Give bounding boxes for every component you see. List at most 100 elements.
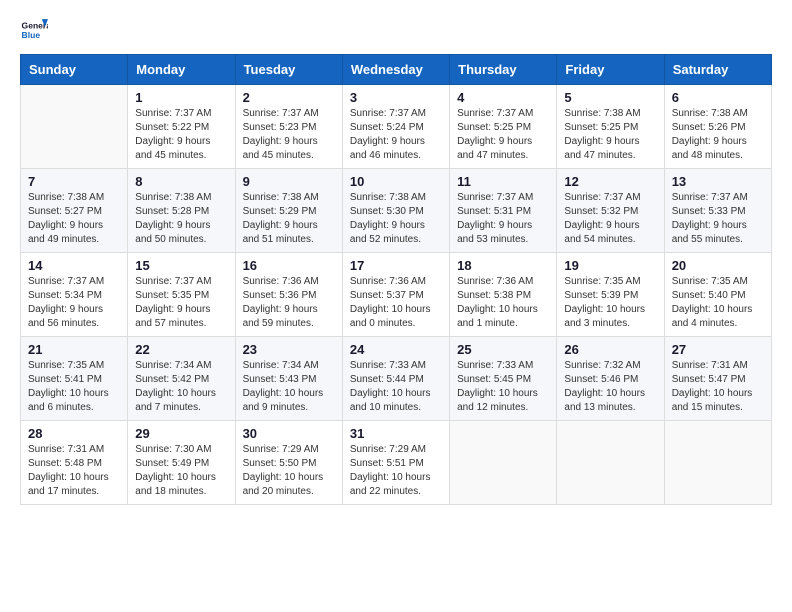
day-info: Sunrise: 7:32 AMSunset: 5:46 PMDaylight:… [564,359,656,415]
logo-icon: General Blue [20,16,48,44]
day-info: Sunrise: 7:37 AMSunset: 5:25 PMDaylight:… [457,107,549,163]
calendar-week-row: 7Sunrise: 7:38 AMSunset: 5:27 PMDaylight… [21,169,772,253]
day-number: 9 [243,174,335,189]
day-number: 11 [457,174,549,189]
day-info: Sunrise: 7:30 AMSunset: 5:49 PMDaylight:… [135,443,227,499]
day-number: 10 [350,174,442,189]
calendar-cell: 15 Sunrise: 7:37 AMSunset: 5:35 PMDayligh… [128,253,235,337]
calendar-cell [557,421,664,505]
calendar-cell: 9 Sunrise: 7:38 AMSunset: 5:29 PMDaylight… [235,169,342,253]
calendar-cell [450,421,557,505]
day-number: 5 [564,90,656,105]
col-tuesday: Tuesday [235,55,342,85]
calendar-header-row: Sunday Monday Tuesday Wednesday Thursday… [21,55,772,85]
day-info: Sunrise: 7:37 AMSunset: 5:22 PMDaylight:… [135,107,227,163]
day-info: Sunrise: 7:38 AMSunset: 5:30 PMDaylight:… [350,191,442,247]
day-info: Sunrise: 7:29 AMSunset: 5:50 PMDaylight:… [243,443,335,499]
calendar-cell: 20 Sunrise: 7:35 AMSunset: 5:40 PMDayligh… [664,253,771,337]
col-saturday: Saturday [664,55,771,85]
calendar-cell: 13 Sunrise: 7:37 AMSunset: 5:33 PMDayligh… [664,169,771,253]
day-number: 28 [28,426,120,441]
col-thursday: Thursday [450,55,557,85]
day-info: Sunrise: 7:36 AMSunset: 5:36 PMDaylight:… [243,275,335,331]
calendar-cell: 7Sunrise: 7:38 AMSunset: 5:27 PMDaylight… [21,169,128,253]
calendar-cell: 28Sunrise: 7:31 AMSunset: 5:48 PMDayligh… [21,421,128,505]
svg-text:Blue: Blue [22,30,41,40]
day-info: Sunrise: 7:37 AMSunset: 5:35 PMDaylight:… [135,275,227,331]
calendar-cell: 1 Sunrise: 7:37 AMSunset: 5:22 PMDaylight… [128,85,235,169]
day-info: Sunrise: 7:38 AMSunset: 5:28 PMDaylight:… [135,191,227,247]
calendar-cell: 6Sunrise: 7:38 AMSunset: 5:26 PMDaylight… [664,85,771,169]
day-number: 22 [135,342,227,357]
day-number: 21 [28,342,120,357]
day-info: Sunrise: 7:37 AMSunset: 5:34 PMDaylight:… [28,275,120,331]
calendar-cell: 25 Sunrise: 7:33 AMSunset: 5:45 PMDayligh… [450,337,557,421]
day-number: 31 [350,426,442,441]
day-info: Sunrise: 7:29 AMSunset: 5:51 PMDaylight:… [350,443,442,499]
calendar-cell: 10 Sunrise: 7:38 AMSunset: 5:30 PMDayligh… [342,169,449,253]
day-number: 2 [243,90,335,105]
day-info: Sunrise: 7:34 AMSunset: 5:42 PMDaylight:… [135,359,227,415]
day-number: 18 [457,258,549,273]
day-info: Sunrise: 7:33 AMSunset: 5:45 PMDaylight:… [457,359,549,415]
calendar-cell: 27 Sunrise: 7:31 AMSunset: 5:47 PMDayligh… [664,337,771,421]
day-number: 17 [350,258,442,273]
day-number: 29 [135,426,227,441]
calendar-cell [664,421,771,505]
calendar-cell: 3 Sunrise: 7:37 AMSunset: 5:24 PMDaylight… [342,85,449,169]
col-monday: Monday [128,55,235,85]
day-info: Sunrise: 7:37 AMSunset: 5:23 PMDaylight:… [243,107,335,163]
calendar-cell: 11 Sunrise: 7:37 AMSunset: 5:31 PMDayligh… [450,169,557,253]
day-number: 1 [135,90,227,105]
day-number: 3 [350,90,442,105]
day-info: Sunrise: 7:37 AMSunset: 5:32 PMDaylight:… [564,191,656,247]
calendar-cell: 18 Sunrise: 7:36 AMSunset: 5:38 PMDayligh… [450,253,557,337]
calendar-table: Sunday Monday Tuesday Wednesday Thursday… [20,54,772,505]
day-number: 30 [243,426,335,441]
day-info: Sunrise: 7:37 AMSunset: 5:24 PMDaylight:… [350,107,442,163]
calendar-cell: 26 Sunrise: 7:32 AMSunset: 5:46 PMDayligh… [557,337,664,421]
day-info: Sunrise: 7:38 AMSunset: 5:26 PMDaylight:… [672,107,764,163]
day-number: 25 [457,342,549,357]
day-info: Sunrise: 7:37 AMSunset: 5:31 PMDaylight:… [457,191,549,247]
calendar-cell [21,85,128,169]
calendar-cell: 31 Sunrise: 7:29 AMSunset: 5:51 PMDayligh… [342,421,449,505]
day-number: 8 [135,174,227,189]
day-info: Sunrise: 7:31 AMSunset: 5:47 PMDaylight:… [672,359,764,415]
calendar-week-row: 1 Sunrise: 7:37 AMSunset: 5:22 PMDaylight… [21,85,772,169]
header: General Blue [20,16,772,44]
calendar-cell: 22 Sunrise: 7:34 AMSunset: 5:42 PMDayligh… [128,337,235,421]
calendar-cell: 30 Sunrise: 7:29 AMSunset: 5:50 PMDayligh… [235,421,342,505]
calendar-cell: 19 Sunrise: 7:35 AMSunset: 5:39 PMDayligh… [557,253,664,337]
day-info: Sunrise: 7:35 AMSunset: 5:40 PMDaylight:… [672,275,764,331]
calendar-cell: 8 Sunrise: 7:38 AMSunset: 5:28 PMDaylight… [128,169,235,253]
calendar-cell: 29 Sunrise: 7:30 AMSunset: 5:49 PMDayligh… [128,421,235,505]
calendar-cell: 2 Sunrise: 7:37 AMSunset: 5:23 PMDaylight… [235,85,342,169]
col-wednesday: Wednesday [342,55,449,85]
calendar-week-row: 21 Sunrise: 7:35 AMSunset: 5:41 PMDayligh… [21,337,772,421]
col-sunday: Sunday [21,55,128,85]
calendar-week-row: 28Sunrise: 7:31 AMSunset: 5:48 PMDayligh… [21,421,772,505]
calendar-cell: 14Sunrise: 7:37 AMSunset: 5:34 PMDayligh… [21,253,128,337]
calendar-cell: 12Sunrise: 7:37 AMSunset: 5:32 PMDayligh… [557,169,664,253]
day-number: 26 [564,342,656,357]
day-number: 16 [243,258,335,273]
day-info: Sunrise: 7:37 AMSunset: 5:33 PMDaylight:… [672,191,764,247]
day-info: Sunrise: 7:35 AMSunset: 5:39 PMDaylight:… [564,275,656,331]
day-number: 4 [457,90,549,105]
calendar-cell: 4 Sunrise: 7:37 AMSunset: 5:25 PMDaylight… [450,85,557,169]
day-info: Sunrise: 7:36 AMSunset: 5:38 PMDaylight:… [457,275,549,331]
calendar-cell: 17Sunrise: 7:36 AMSunset: 5:37 PMDayligh… [342,253,449,337]
day-info: Sunrise: 7:34 AMSunset: 5:43 PMDaylight:… [243,359,335,415]
day-number: 23 [243,342,335,357]
logo: General Blue [20,16,48,44]
day-info: Sunrise: 7:33 AMSunset: 5:44 PMDaylight:… [350,359,442,415]
day-number: 27 [672,342,764,357]
day-number: 13 [672,174,764,189]
day-number: 15 [135,258,227,273]
calendar-cell: 21 Sunrise: 7:35 AMSunset: 5:41 PMDayligh… [21,337,128,421]
day-number: 19 [564,258,656,273]
day-info: Sunrise: 7:35 AMSunset: 5:41 PMDaylight:… [28,359,120,415]
day-info: Sunrise: 7:38 AMSunset: 5:29 PMDaylight:… [243,191,335,247]
day-number: 20 [672,258,764,273]
